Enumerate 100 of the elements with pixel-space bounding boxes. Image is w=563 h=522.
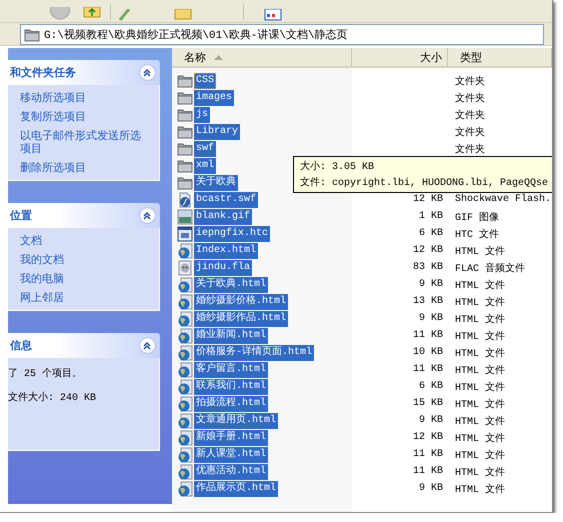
file-name[interactable]: images bbox=[194, 90, 234, 106]
file-type: 文件夹 bbox=[455, 110, 485, 122]
web-page-icon bbox=[177, 242, 193, 258]
file-size: 1 KB bbox=[418, 211, 443, 222]
task-link[interactable]: 文档 bbox=[20, 234, 151, 247]
file-name[interactable]: iepngfix.htc bbox=[194, 226, 270, 242]
file-type: HTML 文件 bbox=[455, 332, 506, 342]
file-size: 11 KB bbox=[412, 364, 443, 375]
folder-icon bbox=[177, 176, 193, 190]
column-header[interactable]: 类型 bbox=[448, 48, 552, 66]
file-name[interactable]: bcastr.swf bbox=[194, 192, 258, 208]
flash-file-icon bbox=[177, 192, 193, 208]
file-name[interactable]: blank.gif bbox=[194, 208, 252, 224]
collapse-button[interactable] bbox=[139, 64, 156, 81]
file-name[interactable]: 联系我们.html bbox=[194, 378, 268, 394]
file-type: FLAC 音频文件 bbox=[455, 264, 526, 274]
file-size: 15 KB bbox=[412, 398, 443, 409]
file-type: HTML 文件 bbox=[455, 416, 506, 428]
column-header[interactable]: 名称 bbox=[172, 48, 352, 66]
file-name[interactable]: CSS bbox=[194, 72, 216, 88]
file-size: 11 KB bbox=[412, 466, 443, 477]
file-size: 83 KB bbox=[412, 262, 443, 273]
details-text: 了 25 个项目。 bbox=[8, 367, 84, 380]
file-name[interactable]: jindu.fla bbox=[194, 260, 252, 276]
file-type: HTML 文件 bbox=[455, 450, 506, 462]
file-type: HTC 文件 bbox=[455, 230, 500, 240]
file-name[interactable]: 价格服务-详情页面.html bbox=[194, 344, 314, 360]
file-name[interactable]: 新人课堂.html bbox=[194, 446, 268, 462]
file-type: GIF 图像 bbox=[455, 212, 500, 224]
web-page-icon bbox=[177, 396, 193, 412]
file-type: Shockwave Flash. bbox=[455, 194, 552, 205]
file-name[interactable]: xml bbox=[194, 158, 216, 174]
task-link[interactable]: 我的文档 bbox=[20, 253, 151, 266]
panel-title: 信息 bbox=[8, 338, 32, 353]
file-size: 9 KB bbox=[418, 279, 443, 290]
column-header[interactable]: 大小 bbox=[352, 48, 448, 66]
file-type: HTML 文件 bbox=[455, 366, 506, 376]
web-page-icon bbox=[177, 430, 193, 446]
file-size: 11 KB bbox=[412, 330, 443, 341]
file-size: 10 KB bbox=[412, 347, 443, 358]
web-page-icon bbox=[177, 378, 193, 394]
collapse-button[interactable] bbox=[139, 207, 156, 224]
folder-icon bbox=[177, 90, 193, 104]
views-button[interactable] bbox=[264, 9, 282, 21]
file-name[interactable]: 婚业新闻.html bbox=[194, 328, 268, 344]
panel-title: 位置 bbox=[8, 208, 32, 223]
collapse-button[interactable] bbox=[139, 337, 156, 354]
task-link[interactable]: 删除所选项目 bbox=[20, 161, 151, 174]
file-name[interactable]: 拍摄流程.html bbox=[194, 396, 268, 412]
folder-icon bbox=[177, 158, 193, 172]
file-type: 文件夹 bbox=[455, 76, 485, 88]
address-field[interactable]: G:\视频教程\欧典婚纱正式视频\01\欧典-讲课\文档\静态页 bbox=[20, 24, 544, 45]
web-page-icon bbox=[177, 344, 193, 360]
web-page-icon bbox=[177, 446, 193, 462]
task-link[interactable]: 移动所选项目 bbox=[20, 91, 151, 104]
file-name[interactable]: 婚纱摄影作品.html bbox=[194, 310, 288, 326]
file-size: 9 KB bbox=[418, 483, 443, 494]
web-page-icon bbox=[177, 294, 193, 310]
file-size: 6 KB bbox=[418, 228, 443, 239]
task-link[interactable]: 我的电脑 bbox=[20, 272, 151, 285]
file-name[interactable]: js bbox=[194, 106, 210, 122]
file-type: HTML 文件 bbox=[455, 348, 506, 360]
task-link[interactable]: 网上邻居 bbox=[20, 291, 151, 304]
file-size: 9 KB bbox=[418, 313, 443, 324]
file-name[interactable]: 作品展示页.html bbox=[194, 480, 278, 496]
file-name[interactable]: Index.html bbox=[194, 242, 258, 258]
file-type: 文件夹 bbox=[455, 128, 485, 138]
folder-icon bbox=[177, 124, 193, 138]
file-type: HTML 文件 bbox=[455, 298, 506, 308]
task-link[interactable]: 以电子邮件形式发送所选项目 bbox=[20, 129, 151, 155]
image-file-icon bbox=[177, 208, 193, 224]
file-size: 6 KB bbox=[418, 381, 443, 392]
web-page-icon bbox=[177, 412, 193, 428]
file-size: 12 KB bbox=[412, 432, 443, 443]
web-page-icon bbox=[177, 328, 193, 344]
file-name[interactable]: swf bbox=[194, 140, 216, 156]
file-size: 11 KB bbox=[412, 449, 443, 460]
file-size: 12 KB bbox=[412, 194, 443, 205]
audio-file-icon bbox=[177, 260, 193, 276]
file-size: 9 KB bbox=[418, 415, 443, 426]
file-name[interactable]: 婚纱摄影价格.html bbox=[194, 294, 288, 310]
file-name[interactable]: 关于欧典 bbox=[194, 174, 238, 190]
tooltip-text: 大小: 3.05 KB bbox=[300, 160, 376, 173]
file-name[interactable]: 关于欧典.html bbox=[194, 276, 268, 292]
file-name[interactable]: 文章通用页.html bbox=[194, 412, 278, 428]
folder-icon bbox=[177, 108, 193, 122]
folder-icon bbox=[177, 142, 193, 156]
task-link[interactable]: 复制所选项目 bbox=[20, 110, 151, 123]
file-name[interactable]: 优惠活动.html bbox=[194, 464, 268, 480]
file-type: HTML 文件 bbox=[455, 314, 506, 326]
folder-icon bbox=[177, 74, 193, 88]
file-type: HTML 文件 bbox=[455, 468, 506, 478]
file-name[interactable]: Library bbox=[194, 124, 240, 140]
file-type: 文件夹 bbox=[455, 94, 485, 104]
file-name[interactable]: 客户留言.html bbox=[194, 362, 268, 378]
file-size: 13 KB bbox=[412, 296, 443, 307]
details-text: 文件大小: 240 KB bbox=[8, 390, 98, 404]
file-name[interactable]: 新娘手册.html bbox=[194, 430, 268, 446]
web-page-icon bbox=[177, 464, 193, 480]
web-page-icon bbox=[177, 276, 193, 292]
